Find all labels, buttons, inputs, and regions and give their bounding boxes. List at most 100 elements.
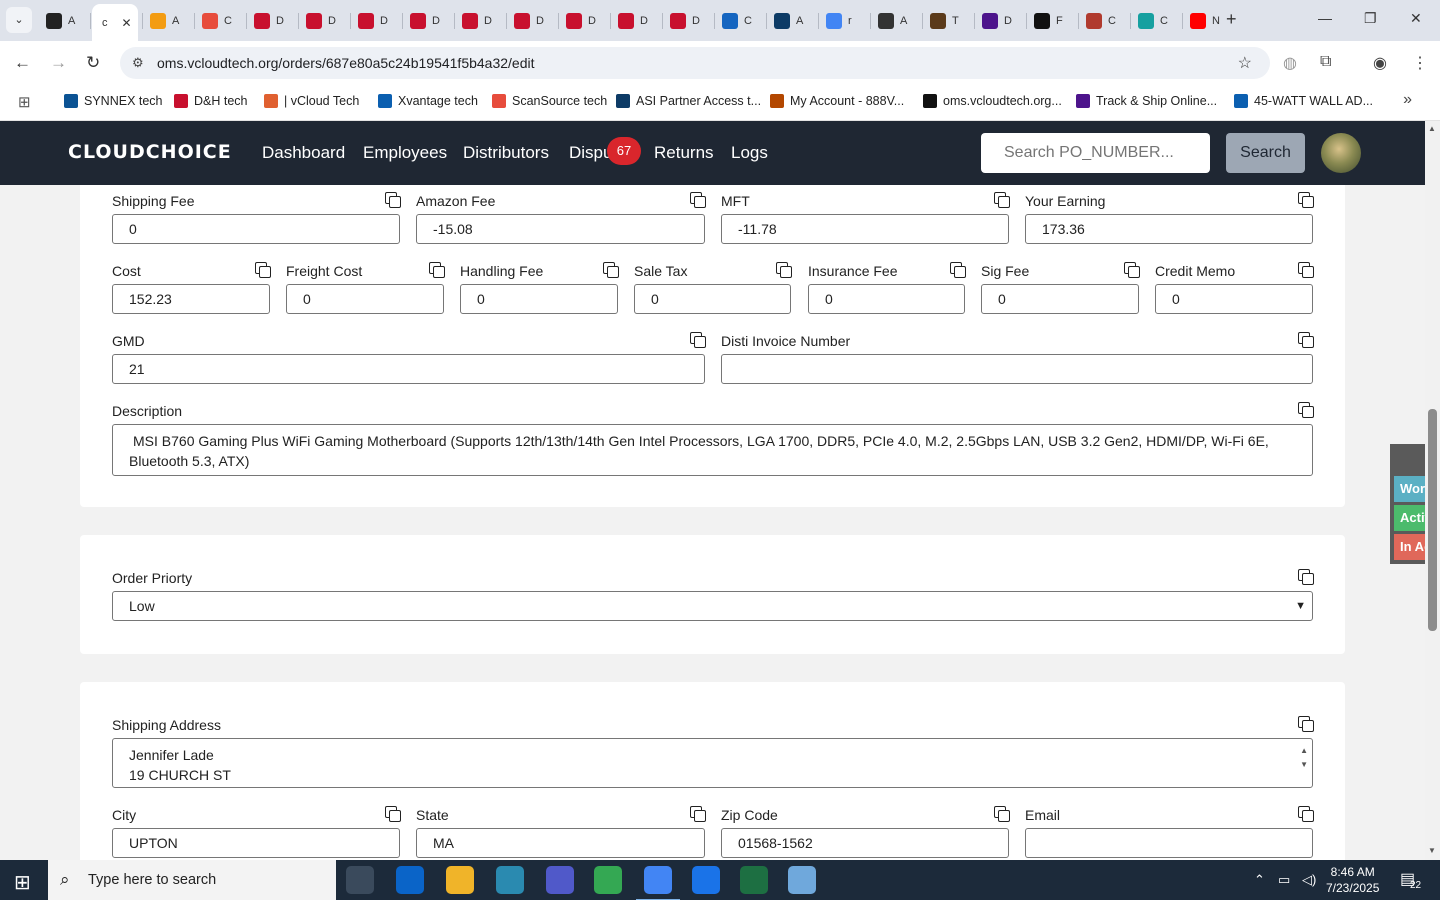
copy-icon[interactable] (993, 805, 1010, 822)
bookmark-item[interactable]: ASI Partner Access t... (616, 94, 761, 108)
po-number-search-input[interactable] (981, 133, 1210, 173)
gmd-input[interactable]: 21 (112, 354, 705, 384)
nav-logs[interactable]: Logs (731, 143, 768, 163)
browser-tab[interactable]: D (352, 8, 388, 34)
url-text[interactable]: oms.vcloudtech.org/orders/687e80a5c24b19… (157, 55, 535, 71)
search-button[interactable]: Search (1226, 133, 1305, 173)
browser-tab[interactable]: T (924, 8, 959, 34)
browser-tab[interactable]: c ✕ (92, 4, 138, 41)
chrome-profile-icon[interactable] (636, 866, 680, 900)
extensions-icon[interactable]: ⧉ (1320, 53, 1331, 71)
volume-icon[interactable]: ◁) (1302, 872, 1316, 888)
browser-tab[interactable]: D (612, 8, 648, 34)
nav-disputes[interactable]: Dispu (569, 143, 612, 163)
bookmark-item[interactable]: My Account - 888V... (770, 94, 904, 108)
amazon-fee-input[interactable]: -15.08 (416, 214, 705, 244)
taskbar-search-box[interactable]: ⌕ Type here to search (48, 860, 336, 900)
close-window-icon[interactable]: ✕ (1410, 10, 1422, 27)
restore-icon[interactable]: ❐ (1364, 10, 1377, 27)
nav-distributors[interactable]: Distributors (463, 143, 549, 163)
forward-icon[interactable]: → (50, 53, 67, 73)
close-tab-icon[interactable]: ✕ (122, 16, 132, 30)
tray-expand-icon[interactable]: ⌃ (1254, 872, 1265, 888)
copy-icon[interactable] (428, 261, 445, 278)
back-icon[interactable]: ← (14, 53, 31, 73)
copy-icon[interactable] (384, 805, 401, 822)
apps-grid-icon[interactable]: ⊞ (18, 93, 31, 111)
user-avatar[interactable] (1321, 133, 1361, 173)
browser-tab[interactable]: A (872, 8, 907, 34)
browser-tab[interactable]: C (1132, 8, 1168, 34)
sig-fee-input[interactable]: 0 (981, 284, 1139, 314)
browser-tab[interactable]: F (1028, 8, 1063, 34)
shipping-fee-input[interactable]: 0 (112, 214, 400, 244)
insurance-fee-input[interactable]: 0 (808, 284, 965, 314)
windows-start-icon[interactable]: ⊞ (14, 870, 31, 895)
bookmark-item[interactable]: 45-WATT WALL AD... (1234, 94, 1373, 108)
nav-returns[interactable]: Returns (654, 143, 714, 163)
copy-icon[interactable] (254, 261, 271, 278)
copy-icon[interactable] (1123, 261, 1140, 278)
browser-menu-icon[interactable]: ⋮ (1412, 53, 1428, 73)
browser-tab[interactable]: D (664, 8, 700, 34)
bookmark-star-icon[interactable]: ☆ (1238, 53, 1252, 73)
network-icon[interactable]: ▭ (1278, 872, 1290, 888)
order-priority-select[interactable]: Low ▼ (112, 591, 1313, 621)
copy-icon[interactable] (689, 191, 706, 208)
bookmark-item[interactable]: | vCloud Tech (264, 94, 359, 108)
taskbar-clock[interactable]: 8:46 AM 7/23/2025 (1326, 864, 1379, 896)
app-diamond-icon[interactable] (496, 866, 524, 894)
browser-tab[interactable]: D (976, 8, 1012, 34)
address-bar[interactable]: ⚙ oms.vcloudtech.org/orders/687e80a5c24b… (120, 47, 1270, 79)
copy-icon[interactable] (1297, 568, 1314, 585)
chrome-icon[interactable] (594, 866, 622, 894)
outlook-icon[interactable] (396, 866, 424, 894)
more-bookmarks-icon[interactable]: » (1403, 91, 1412, 109)
copy-icon[interactable] (602, 261, 619, 278)
browser-tab[interactable]: A (40, 8, 75, 34)
teams-icon[interactable] (546, 866, 574, 894)
bookmark-item[interactable]: ScanSource tech (492, 94, 607, 108)
new-tab-button[interactable]: + (1226, 9, 1237, 30)
copy-icon[interactable] (384, 191, 401, 208)
credit-memo-input[interactable]: 0 (1155, 284, 1313, 314)
browser-tab[interactable]: A (768, 8, 803, 34)
reload-icon[interactable]: ↻ (86, 53, 100, 73)
bookmark-item[interactable]: oms.vcloudtech.org... (923, 94, 1062, 108)
city-input[interactable]: UPTON (112, 828, 400, 858)
scroll-up-icon[interactable]: ▲ (1428, 124, 1436, 133)
nav-employees[interactable]: Employees (363, 143, 447, 163)
browser-tab[interactable]: N (1184, 8, 1220, 34)
task-view-icon[interactable] (346, 866, 374, 894)
disti-invoice-input[interactable] (721, 354, 1313, 384)
browser-tab[interactable]: D (560, 8, 596, 34)
browser-tab[interactable]: D (508, 8, 544, 34)
browser-tab[interactable]: r (820, 8, 852, 34)
cost-input[interactable]: 152.23 (112, 284, 270, 314)
tab-search-chevron-icon[interactable]: ⌄ (6, 7, 32, 33)
bookmark-item[interactable]: Xvantage tech (378, 94, 478, 108)
browser-tab[interactable]: A (144, 8, 179, 34)
page-scrollbar[interactable]: ▲ ▼ (1425, 121, 1440, 860)
copy-icon[interactable] (689, 331, 706, 348)
translate-icon[interactable]: ◍ (1283, 53, 1297, 73)
browser-tab[interactable]: D (300, 8, 336, 34)
bookmark-item[interactable]: D&H tech (174, 94, 248, 108)
bookmark-item[interactable]: Track & Ship Online... (1076, 94, 1217, 108)
nav-dashboard[interactable]: Dashboard (262, 143, 345, 163)
copy-icon[interactable] (949, 261, 966, 278)
profile-icon[interactable]: ◉ (1373, 53, 1387, 73)
copy-icon[interactable] (1297, 261, 1314, 278)
textarea-scroll-down-icon[interactable]: ▼ (1300, 755, 1308, 775)
copy-icon[interactable] (1297, 331, 1314, 348)
mft-input[interactable]: -11.78 (721, 214, 1009, 244)
sale-tax-input[interactable]: 0 (634, 284, 791, 314)
zip-code-input[interactable]: 01568-1562 (721, 828, 1009, 858)
site-info-icon[interactable]: ⚙ (132, 55, 144, 71)
copy-icon[interactable] (1297, 191, 1314, 208)
email-input[interactable] (1025, 828, 1313, 858)
browser-tab[interactable]: C (196, 8, 232, 34)
scrollbar-thumb[interactable] (1428, 409, 1437, 631)
browser-tab[interactable]: D (248, 8, 284, 34)
your-earning-input[interactable]: 173.36 (1025, 214, 1313, 244)
